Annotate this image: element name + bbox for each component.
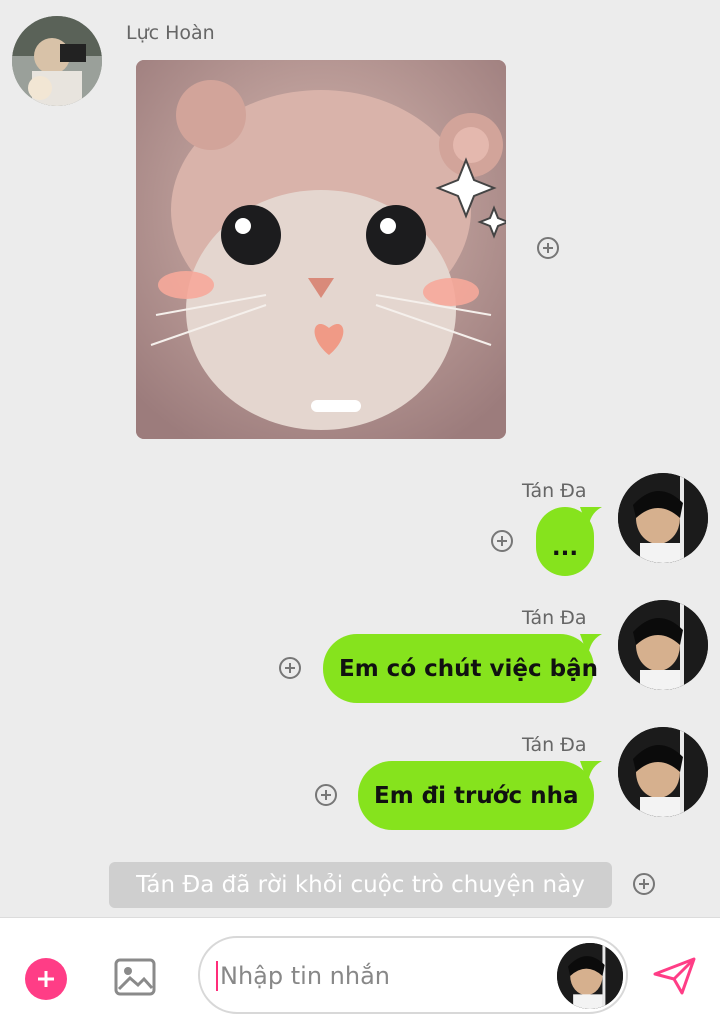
avatar-tan-da-1[interactable] <box>618 473 708 563</box>
avatar-tan-da-2[interactable] <box>618 600 708 690</box>
plus-icon <box>285 663 295 673</box>
plus-icon <box>38 971 54 987</box>
message-text-3: Em đi trước nha <box>374 782 579 809</box>
plus-icon <box>321 790 331 800</box>
sender-name-incoming: Lực Hoàn <box>126 22 215 44</box>
react-button-system[interactable] <box>633 873 655 895</box>
message-input[interactable]: Nhập tin nhắn <box>220 962 390 990</box>
send-button[interactable] <box>652 956 698 996</box>
avatar-tan-da-3[interactable] <box>618 727 708 817</box>
message-bubble-2[interactable]: Em có chút việc bận <box>323 634 602 703</box>
react-button-msg-2[interactable] <box>279 657 301 679</box>
sender-name-outgoing-1: Tán Đa <box>522 480 587 502</box>
text-caret <box>216 961 218 991</box>
message-text-1: ... <box>551 534 579 561</box>
sender-name-outgoing-3: Tán Đa <box>522 734 587 756</box>
bubble-tail-icon <box>580 761 602 783</box>
react-button-image[interactable] <box>537 237 559 259</box>
message-bubble-1[interactable]: ... <box>536 507 602 576</box>
image-button[interactable] <box>113 955 157 999</box>
send-icon <box>653 957 696 995</box>
avatar-luc-hoan[interactable] <box>12 16 102 106</box>
message-input-box[interactable]: Nhập tin nhắn <box>198 936 628 1014</box>
add-button[interactable] <box>25 958 67 1000</box>
react-button-msg-3[interactable] <box>315 784 337 806</box>
avatar-composer[interactable] <box>557 943 623 1009</box>
plus-icon <box>497 536 507 546</box>
bubble-tail-icon <box>580 507 602 529</box>
plus-icon <box>639 879 649 889</box>
message-text-2: Em có chút việc bận <box>339 655 598 682</box>
plus-icon <box>543 243 553 253</box>
sender-name-outgoing-2: Tán Đa <box>522 607 587 629</box>
system-message: Tán Đa đã rời khỏi cuộc trò chuyện này <box>109 862 612 908</box>
composer-bar: Nhập tin nhắn <box>0 917 720 1030</box>
message-bubble-3[interactable]: Em đi trước nha <box>358 761 602 830</box>
image-message-cat[interactable] <box>136 60 506 439</box>
react-button-msg-1[interactable] <box>491 530 513 552</box>
bubble-tail-icon <box>580 634 602 656</box>
image-icon <box>114 958 156 996</box>
